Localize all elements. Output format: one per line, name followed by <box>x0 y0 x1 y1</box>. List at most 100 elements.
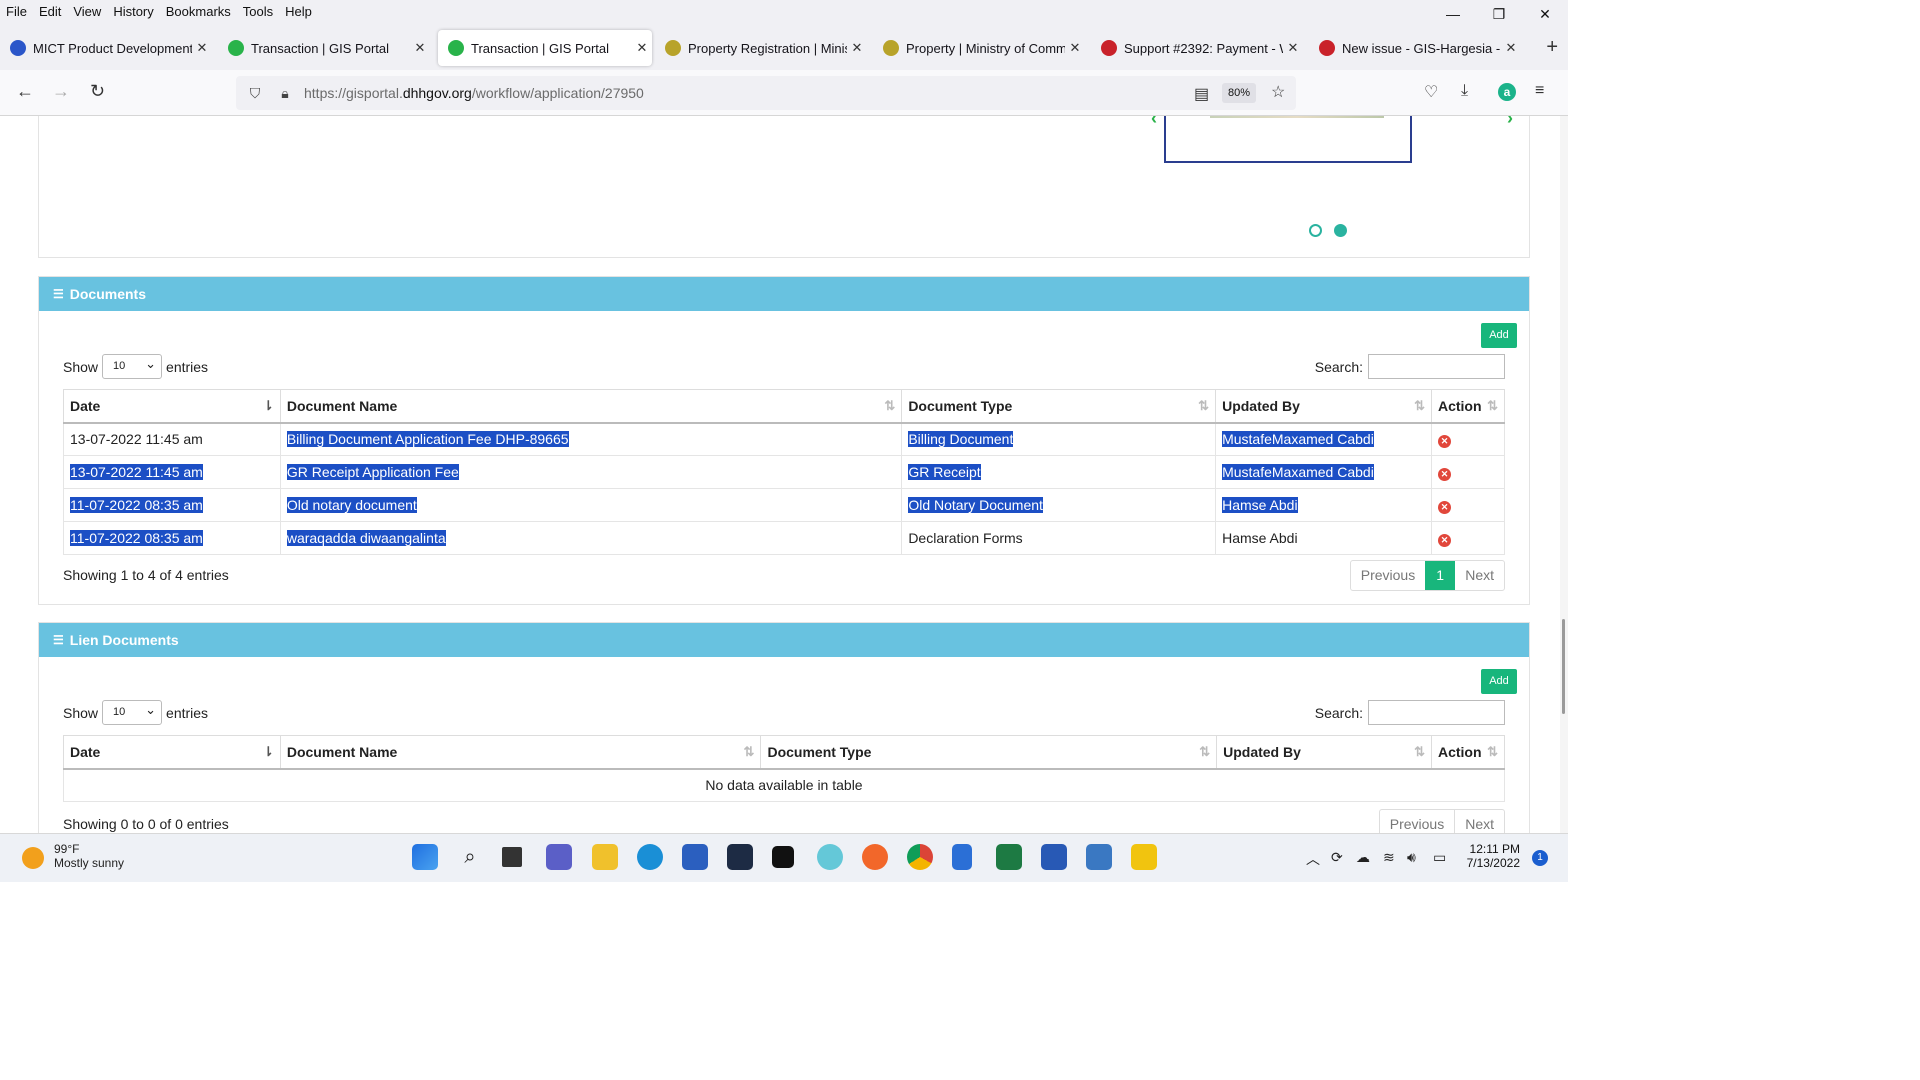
menu-history[interactable]: History <box>107 4 159 19</box>
tab-property-registration[interactable]: Property Registration | Ministr ✕ <box>655 30 867 66</box>
col-date[interactable]: Date ⇂ <box>63 389 281 424</box>
carousel-dot-active[interactable] <box>1334 224 1347 237</box>
excel-icon[interactable] <box>996 844 1022 870</box>
close-icon[interactable]: ✕ <box>410 40 430 56</box>
reader-view-icon[interactable]: ▤ <box>1194 84 1209 104</box>
cell-name[interactable]: Old notary document <box>279 488 903 522</box>
sort-desc-icon[interactable]: ⇂ <box>263 398 274 414</box>
close-icon[interactable]: ✕ <box>847 40 867 56</box>
menu-view[interactable]: View <box>67 4 107 19</box>
previous-button[interactable]: Previous <box>1351 561 1425 590</box>
window-close-icon[interactable]: ✕ <box>1522 0 1568 28</box>
menu-edit[interactable]: Edit <box>33 4 67 19</box>
amazon-icon[interactable] <box>727 844 753 870</box>
delete-icon[interactable]: ✕ <box>1437 500 1451 514</box>
task-view-icon[interactable] <box>502 847 522 867</box>
edge-icon[interactable] <box>637 844 663 870</box>
restore-icon[interactable]: ❐ <box>1476 0 1522 28</box>
bookmark-star-icon[interactable]: ☆ <box>1271 82 1285 102</box>
start-icon[interactable] <box>412 844 438 870</box>
tab-transaction-active[interactable]: Transaction | GIS Portal ✕ <box>438 30 652 66</box>
next-button[interactable]: Next <box>1455 561 1504 590</box>
mail-icon[interactable] <box>817 844 843 870</box>
tab-mict[interactable]: MICT Product Development - ✕ <box>0 30 212 66</box>
sort-icon[interactable]: ⇅ <box>1487 398 1498 414</box>
onedrive-icon[interactable]: ☁ <box>1356 849 1370 866</box>
sort-icon[interactable]: ⇅ <box>1414 744 1425 760</box>
delete-icon[interactable]: ✕ <box>1437 533 1451 547</box>
hamburger-menu-icon[interactable]: ≡ <box>1535 82 1544 100</box>
carousel-slide[interactable] <box>1164 116 1412 163</box>
pocket-icon[interactable]: ♡ <box>1424 82 1438 102</box>
file-explorer-icon[interactable] <box>592 844 618 870</box>
search-input[interactable] <box>1368 354 1505 379</box>
sync-icon[interactable]: ⟳ <box>1331 849 1343 866</box>
dropbox-icon[interactable] <box>772 846 794 868</box>
col-document-type[interactable]: Document Type ⇅ <box>901 389 1217 424</box>
cell-name[interactable]: waraqadda diwaangalinta <box>279 521 903 555</box>
menu-tools[interactable]: Tools <box>237 4 279 19</box>
sort-desc-icon[interactable]: ⇂ <box>263 744 274 760</box>
menu-help[interactable]: Help <box>279 4 318 19</box>
close-icon[interactable]: ✕ <box>1501 40 1521 56</box>
col-document-name[interactable]: Document Name ⇅ <box>279 735 762 770</box>
cell-name[interactable]: GR Receipt Application Fee <box>279 455 903 489</box>
sort-icon[interactable]: ⇅ <box>744 744 755 760</box>
delete-icon[interactable]: ✕ <box>1437 467 1451 481</box>
forward-icon[interactable]: → <box>52 81 70 102</box>
shield-icon[interactable]: ⛉ <box>244 85 266 102</box>
page-length-select[interactable]: 10 <box>102 352 163 379</box>
carousel-dot[interactable] <box>1309 224 1322 237</box>
cell-name[interactable]: Billing Document Application Fee DHP-896… <box>279 422 903 456</box>
account-icon[interactable]: a <box>1498 83 1516 101</box>
reload-icon[interactable]: ↻ <box>90 81 105 102</box>
norton-icon[interactable] <box>1131 844 1157 870</box>
url-text[interactable]: https://gisportal.dhhgov.org/workflow/ap… <box>304 85 644 101</box>
page-scrollbar[interactable] <box>1560 116 1568 833</box>
carousel-prev-icon[interactable]: ‹ <box>1151 116 1157 129</box>
sort-icon[interactable]: ⇅ <box>1414 398 1425 414</box>
close-icon[interactable]: ✕ <box>1065 40 1085 56</box>
previous-button[interactable]: Previous <box>1380 810 1454 833</box>
delete-icon[interactable]: ✕ <box>1437 434 1451 448</box>
tray-overflow-icon[interactable]: ︿ <box>1306 849 1320 869</box>
scrollbar-thumb[interactable] <box>1562 619 1565 714</box>
menu-file[interactable]: File <box>0 4 33 19</box>
sort-icon[interactable]: ⇅ <box>884 398 895 414</box>
new-tab-icon[interactable]: + <box>1546 36 1558 59</box>
page-1-button[interactable]: 1 <box>1425 561 1456 590</box>
close-icon[interactable]: ✕ <box>1283 40 1303 56</box>
notepad-icon[interactable] <box>952 844 972 870</box>
wifi-icon[interactable]: ≋ <box>1383 849 1395 866</box>
photos-icon[interactable] <box>1086 844 1112 870</box>
lock-icon[interactable]: 🔒︎ <box>274 85 296 102</box>
col-updated-by[interactable]: Updated By ⇅ <box>1215 389 1432 424</box>
notification-badge[interactable]: 1 <box>1532 850 1548 866</box>
tab-transaction-1[interactable]: Transaction | GIS Portal ✕ <box>218 30 430 66</box>
col-action[interactable]: Action ⇅ <box>1430 735 1506 770</box>
teams-chat-icon[interactable] <box>546 844 572 870</box>
chrome-icon[interactable] <box>907 844 933 870</box>
battery-icon[interactable]: ▭ <box>1433 849 1446 866</box>
add-document-button[interactable]: Add <box>1481 323 1517 348</box>
sort-icon[interactable]: ⇅ <box>1487 744 1498 760</box>
col-document-type[interactable]: Document Type ⇅ <box>760 735 1218 770</box>
system-clock[interactable]: 12:11 PM 7/13/2022 <box>1462 842 1520 870</box>
page-length-select[interactable]: 10 <box>102 698 163 725</box>
col-date[interactable]: Date ⇂ <box>63 735 281 770</box>
close-icon[interactable]: ✕ <box>632 40 652 56</box>
tab-property[interactable]: Property | Ministry of Commu ✕ <box>873 30 1085 66</box>
close-icon[interactable]: ✕ <box>192 40 212 56</box>
col-document-name[interactable]: Document Name ⇅ <box>279 389 903 424</box>
next-button[interactable]: Next <box>1454 810 1504 833</box>
store-icon[interactable] <box>682 844 708 870</box>
sort-icon[interactable]: ⇅ <box>1198 398 1209 414</box>
volume-icon[interactable]: 🔊︎ <box>1407 849 1416 866</box>
search-input[interactable] <box>1368 700 1505 725</box>
zoom-indicator[interactable]: 80% <box>1222 83 1257 103</box>
sort-icon[interactable]: ⇅ <box>1199 744 1210 760</box>
downloads-icon[interactable]: ⤓ <box>1461 82 1468 100</box>
word-icon[interactable] <box>1041 844 1067 870</box>
back-icon[interactable]: ← <box>16 81 34 102</box>
minimize-icon[interactable]: — <box>1430 0 1476 28</box>
